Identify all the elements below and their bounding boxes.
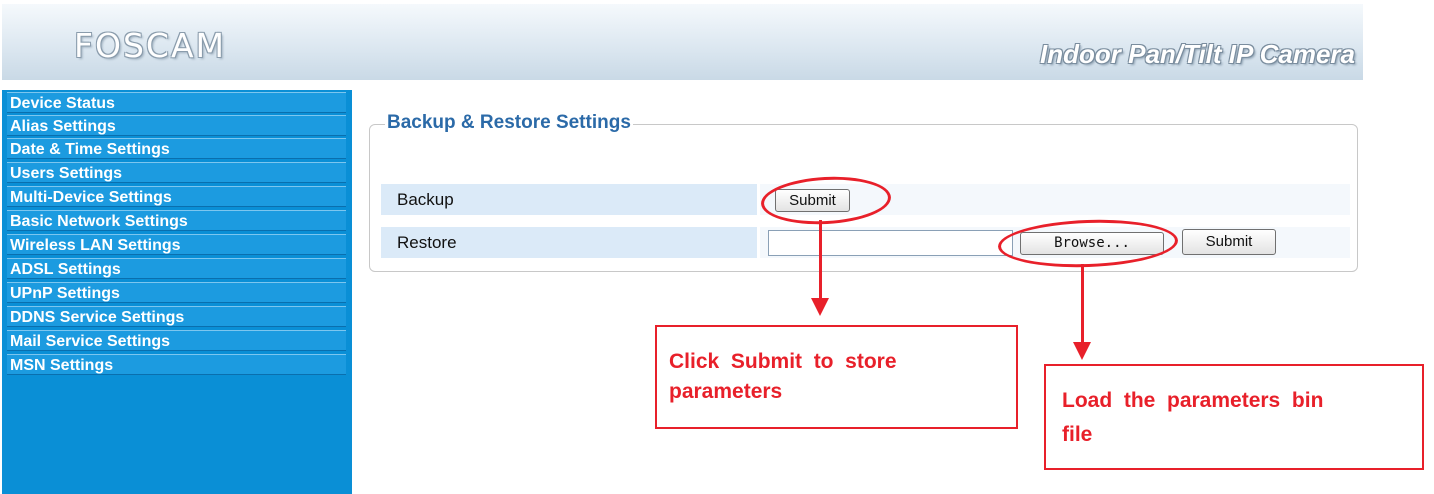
restore-file-input[interactable] xyxy=(768,230,1013,256)
restore-label: Restore xyxy=(381,227,757,258)
sidebar-item-multi-device-settings[interactable]: Multi-Device Settings xyxy=(7,186,346,207)
sidebar-item-date-time-settings[interactable]: Date & Time Settings xyxy=(7,138,346,159)
callout-submit-line2: parameters xyxy=(669,380,783,403)
panel-title: Backup & Restore Settings xyxy=(385,112,633,134)
callout-load-note: Load the parameters bin file xyxy=(1044,364,1424,470)
callout-load-line2: file xyxy=(1062,423,1093,446)
sidebar-item-basic-network-settings[interactable]: Basic Network Settings xyxy=(7,210,346,231)
callout-submit-note: Click Submit to store parameters xyxy=(655,325,1018,429)
sidebar: Device Status Alias Settings Date & Time… xyxy=(2,90,352,494)
sidebar-item-device-status[interactable]: Device Status xyxy=(7,92,346,113)
header-banner: FOSCAM Indoor Pan/Tilt IP Camera xyxy=(2,4,1363,80)
product-title: Indoor Pan/Tilt IP Camera xyxy=(1040,39,1355,69)
sidebar-item-ddns-service-settings[interactable]: DDNS Service Settings xyxy=(7,306,346,327)
callout-submit-line1: Click Submit to store xyxy=(669,350,897,373)
callout-load-line1: Load the parameters bin xyxy=(1062,389,1324,412)
arrow-down-icon xyxy=(811,298,829,316)
sidebar-item-adsl-settings[interactable]: ADSL Settings xyxy=(7,258,346,279)
arrow-line-submit xyxy=(819,220,822,300)
sidebar-item-msn-settings[interactable]: MSN Settings xyxy=(7,354,346,375)
sidebar-item-alias-settings[interactable]: Alias Settings xyxy=(7,115,346,136)
sidebar-item-users-settings[interactable]: Users Settings xyxy=(7,162,346,183)
backup-label: Backup xyxy=(381,184,757,215)
sidebar-item-mail-service-settings[interactable]: Mail Service Settings xyxy=(7,330,346,351)
sidebar-item-wireless-lan-settings[interactable]: Wireless LAN Settings xyxy=(7,234,346,255)
sidebar-item-upnp-settings[interactable]: UPnP Settings xyxy=(7,282,346,303)
arrow-line-browse xyxy=(1081,264,1084,344)
restore-submit-button[interactable]: Submit xyxy=(1182,229,1276,255)
foscam-logo: FOSCAM xyxy=(74,26,226,65)
arrow-down-icon xyxy=(1073,342,1091,360)
